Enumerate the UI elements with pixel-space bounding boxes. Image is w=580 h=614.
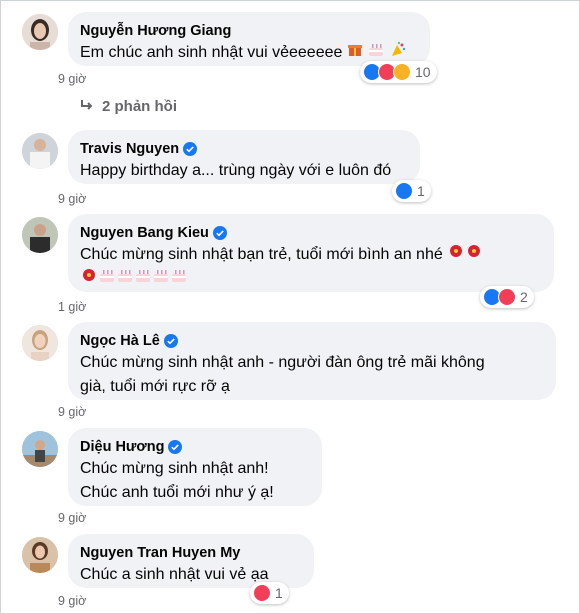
reaction-summary[interactable]: 10 <box>360 61 437 83</box>
reaction-count: 1 <box>275 585 283 601</box>
love-icon <box>253 584 271 602</box>
comment-author[interactable]: Nguyễn Hương Giang <box>80 21 418 41</box>
avatar[interactable] <box>22 325 58 361</box>
comment-time[interactable]: 9 giờ <box>58 511 86 525</box>
avatar[interactable] <box>22 14 58 50</box>
verified-badge-icon <box>212 226 227 240</box>
avatar[interactable] <box>22 217 58 253</box>
comment-bubble: Diệu Hương Chúc mừng sinh nhật anh! Chúc… <box>68 428 322 506</box>
comment-time[interactable]: 9 giờ <box>58 72 86 86</box>
comment-text-line-2: già, tuổi mới rực rỡ ạ <box>80 378 230 395</box>
comment-bubble: Nguyễn Hương Giang Em chúc anh sinh nhật… <box>68 12 430 66</box>
verified-badge-icon <box>183 142 198 156</box>
avatar-image <box>22 14 58 50</box>
avatar-image <box>22 431 58 467</box>
comment-bubble: Nguyen Bang Kieu Chúc mừng sinh nhật bạn… <box>68 214 554 292</box>
birthday-cake-emoji-icon <box>98 267 116 291</box>
like-icon <box>395 182 413 200</box>
avatar-image <box>22 133 58 169</box>
comment-author[interactable]: Diệu Hương <box>80 437 310 457</box>
comment-author[interactable]: Ngọc Hà Lê <box>80 331 544 351</box>
care-icon <box>393 63 411 81</box>
avatar-image <box>22 325 58 361</box>
comment-time[interactable]: 1 giờ <box>58 300 86 314</box>
reply-arrow-icon <box>80 98 94 115</box>
reaction-count: 2 <box>520 289 528 305</box>
verified-badge-icon <box>168 440 183 454</box>
birthday-cake-emoji-icon <box>116 267 134 291</box>
comment-author[interactable]: Travis Nguyen <box>80 139 408 159</box>
love-icon <box>498 288 516 306</box>
birthday-cake-emoji-icon <box>152 267 170 291</box>
comment-text-line-1: Chúc mừng sinh nhật anh! <box>80 460 269 477</box>
hibiscus-emoji-icon <box>465 243 483 267</box>
avatar-image <box>22 217 58 253</box>
comment-bubble: Travis Nguyen Happy birthday a... trùng … <box>68 130 420 184</box>
reaction-count: 1 <box>417 183 425 199</box>
hibiscus-emoji-icon <box>447 243 465 267</box>
comment-text: Happy birthday a... trùng ngày với e luô… <box>80 162 392 179</box>
comment-time[interactable]: 9 giờ <box>58 192 86 206</box>
avatar-image <box>22 537 58 573</box>
avatar[interactable] <box>22 537 58 573</box>
birthday-cake-emoji-icon <box>170 267 188 291</box>
reaction-count: 10 <box>415 64 431 80</box>
comment-time[interactable]: 9 giờ <box>58 405 86 419</box>
view-replies-link[interactable]: 2 phản hồi <box>80 98 177 115</box>
comment-text-line-1: Chúc mừng sinh nhật anh - người đàn ông … <box>80 354 485 371</box>
reaction-summary[interactable]: 1 <box>392 180 431 202</box>
birthday-cake-emoji-icon <box>134 267 152 291</box>
avatar[interactable] <box>22 133 58 169</box>
comment-bubble: Nguyen Tran Huyen My Chúc a sinh nhật vu… <box>68 534 314 588</box>
gift-emoji-icon <box>347 41 363 65</box>
comment-bubble: Ngọc Hà Lê Chúc mừng sinh nhật anh - ngư… <box>68 322 556 400</box>
reaction-summary[interactable]: 1 <box>250 582 289 604</box>
comment-author[interactable]: Nguyen Bang Kieu <box>80 223 542 243</box>
comment-time[interactable]: 9 giờ <box>58 594 86 608</box>
avatar[interactable] <box>22 431 58 467</box>
verified-badge-icon <box>163 334 178 348</box>
comment-text-line-2: Chúc anh tuổi mới như ý ạ! <box>80 484 274 501</box>
comment-text: Chúc mừng sinh nhật bạn trẻ, tuổi mới bì… <box>80 243 542 267</box>
comment-author[interactable]: Nguyen Tran Huyen My <box>80 543 302 563</box>
comment-emoji-line <box>80 267 542 291</box>
hibiscus-emoji-icon <box>80 267 98 291</box>
reaction-summary[interactable]: 2 <box>480 286 534 308</box>
